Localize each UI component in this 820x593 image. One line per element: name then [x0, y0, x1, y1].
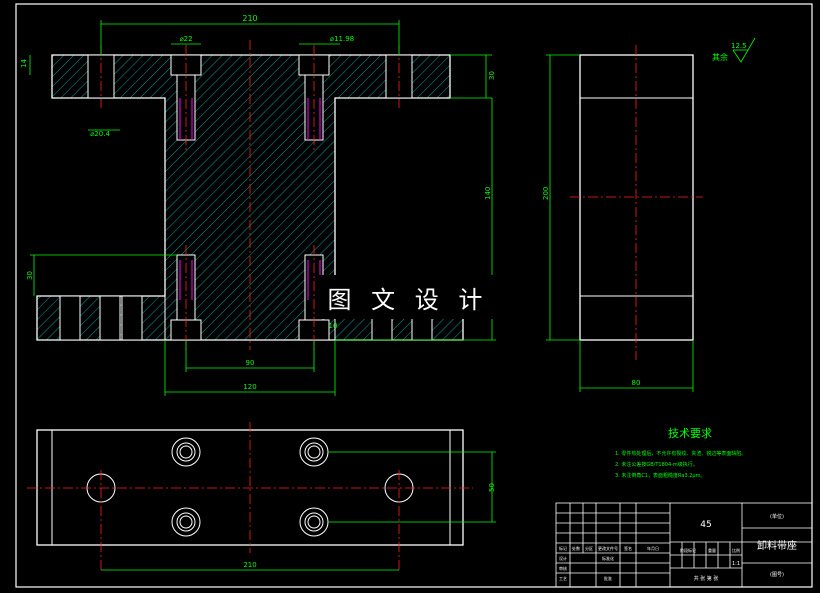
tb-label-change: 更改文件号 [598, 545, 618, 551]
tb-label-approve: 批准 [604, 575, 612, 581]
tb-label-mark: 标记 [559, 545, 567, 551]
tb-label-date: 年月日 [647, 545, 659, 551]
note-item-3: 3. 未注倒角C1，表面粗糙度Ra3.2μm。 [615, 472, 705, 479]
tb-label-zone: 分区 [585, 545, 593, 551]
dim-counterbore: ⌀22 [179, 35, 192, 43]
tb-part-name: 卸料带座 [757, 539, 797, 552]
note-item-2: 2. 未注公差按GB/T1804-m级执行。 [615, 461, 698, 468]
dim-hole-dia2: ⌀20.4 [90, 130, 110, 138]
tb-label-standard: 标准化 [602, 555, 614, 561]
tb-material: 45 [700, 520, 711, 530]
tb-label-weight: 重量 [708, 547, 716, 553]
dim-side-width: 80 [632, 379, 641, 387]
tb-label-design: 设计 [559, 555, 567, 561]
tb-unit: (单位) [770, 513, 784, 520]
dim-top-height: 30 [488, 71, 496, 80]
watermark: 图 文 设 计 [318, 275, 498, 319]
dim-bottom-height: 30 [26, 271, 34, 280]
note-item-1: 1. 零件热处理后，不允许有裂纹、夹渣、锐边等表面缺陷。 [615, 450, 746, 457]
tb-label-stage: 阶段标记 [680, 547, 696, 553]
tb-drawing-no: (图号) [770, 572, 784, 578]
tb-label-review: 审核 [559, 565, 567, 571]
dim-top-depth: 50 [488, 483, 496, 492]
dim-small: 10 [329, 322, 338, 330]
tb-label-process: 工艺 [559, 576, 567, 581]
tb-label-sign: 签名 [624, 545, 632, 551]
front-view: 210 ⌀22 ⌀11.98 ⌀20.4 14 30 140 30 90 120… [20, 14, 496, 396]
tb-label-scale: 比例 [732, 547, 740, 553]
dim-hole-dia: ⌀11.98 [330, 35, 354, 43]
technical-notes: 技术要求 1. 零件热处理后，不允许有裂纹、夹渣、锐边等表面缺陷。 2. 未注公… [615, 427, 746, 479]
side-view: 200 80 其余 12.5 [542, 37, 756, 392]
tb-sheet: 共 张 第 张 [694, 575, 719, 582]
dim-side-height: 200 [542, 187, 550, 200]
dim-body-height: 140 [484, 187, 492, 200]
dim-flange-thk: 14 [20, 59, 28, 68]
dim-top-width: 210 [243, 561, 256, 569]
tb-label-count: 处数 [572, 545, 580, 551]
notes-title: 技术要求 [668, 427, 712, 440]
dim-base-width: 120 [243, 383, 256, 391]
top-view: 210 50 [27, 422, 496, 572]
tb-scale: 1:1 [732, 561, 740, 567]
roughness-label: 其余 [712, 52, 728, 62]
dim-total-width: 210 [242, 14, 257, 23]
dim-hole-spacing: 90 [246, 359, 255, 367]
roughness-value: 12.5 [731, 42, 747, 50]
